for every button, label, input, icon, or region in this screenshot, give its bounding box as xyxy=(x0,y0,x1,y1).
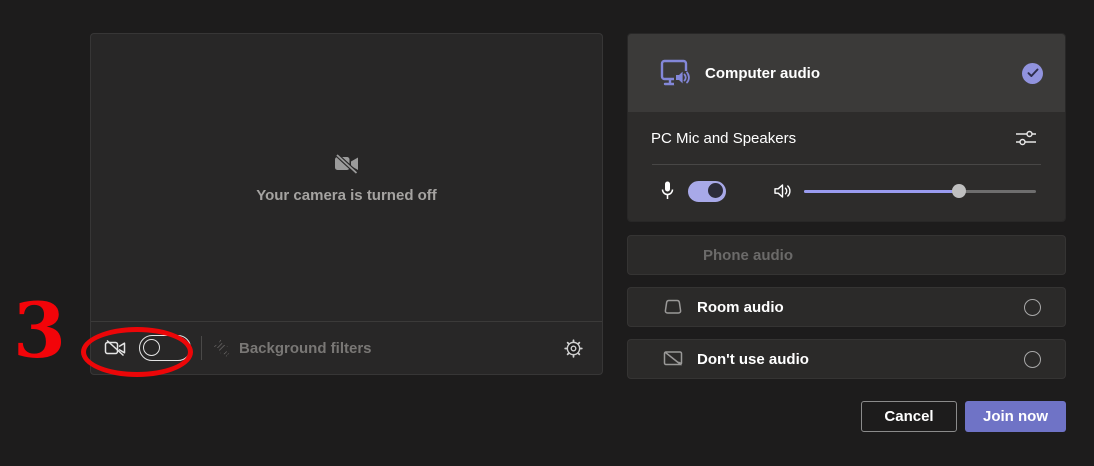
toolbar-divider xyxy=(201,336,202,360)
annotation-step-number: 3 xyxy=(13,293,66,369)
computer-audio-device-section: PC Mic and Speakers xyxy=(628,112,1065,221)
camera-preview-panel: Your camera is turned off xyxy=(90,33,603,375)
volume-slider[interactable] xyxy=(804,184,1036,198)
phone-audio-label: Phone audio xyxy=(703,247,1041,264)
computer-audio-label: Computer audio xyxy=(705,65,1022,82)
camera-status-text: Your camera is turned off xyxy=(256,187,437,204)
audio-controls-row xyxy=(628,167,1065,215)
computer-audio-block: Computer audio PC Mic and Speakers xyxy=(627,33,1066,222)
mic-toggle-knob xyxy=(708,183,723,198)
room-audio-icon xyxy=(661,296,685,318)
device-row: PC Mic and Speakers xyxy=(628,112,1065,164)
audio-settings-icon[interactable] xyxy=(1013,127,1039,149)
room-audio-label: Room audio xyxy=(697,299,1024,316)
camera-preview-stage: Your camera is turned off xyxy=(91,34,602,321)
camera-off-toggle-icon xyxy=(103,337,127,359)
cancel-button[interactable]: Cancel xyxy=(861,401,957,432)
device-name: PC Mic and Speakers xyxy=(651,130,1013,147)
no-audio-radio[interactable] xyxy=(1024,351,1041,368)
gear-icon[interactable] xyxy=(563,338,584,359)
camera-toggle[interactable] xyxy=(139,335,191,361)
mic-icon xyxy=(660,180,675,202)
mic-toggle[interactable] xyxy=(688,181,726,202)
camera-toolbar: Background filters xyxy=(91,321,602,374)
background-filters-label[interactable]: Background filters xyxy=(239,340,372,357)
volume-slider-knob[interactable] xyxy=(952,184,966,198)
computer-audio-option[interactable]: Computer audio xyxy=(628,34,1065,112)
volume-slider-fill xyxy=(804,190,959,193)
no-audio-icon xyxy=(661,348,685,370)
camera-toggle-knob xyxy=(143,339,160,356)
selected-check-badge xyxy=(1022,63,1043,84)
no-audio-option[interactable]: Don't use audio xyxy=(627,339,1066,379)
no-audio-label: Don't use audio xyxy=(697,351,1024,368)
join-now-button[interactable]: Join now xyxy=(965,401,1066,432)
room-audio-option[interactable]: Room audio xyxy=(627,287,1066,327)
background-filters-icon[interactable] xyxy=(210,338,231,358)
speaker-icon xyxy=(772,181,794,201)
check-icon xyxy=(1027,68,1039,78)
device-divider xyxy=(652,164,1041,165)
phone-audio-option[interactable]: Phone audio xyxy=(627,235,1066,275)
footer-actions: Cancel Join now xyxy=(861,401,1066,432)
room-audio-radio[interactable] xyxy=(1024,299,1041,316)
camera-off-icon xyxy=(332,151,362,177)
computer-audio-icon xyxy=(659,57,693,90)
audio-options-panel: Computer audio PC Mic and Speakers xyxy=(627,33,1066,379)
